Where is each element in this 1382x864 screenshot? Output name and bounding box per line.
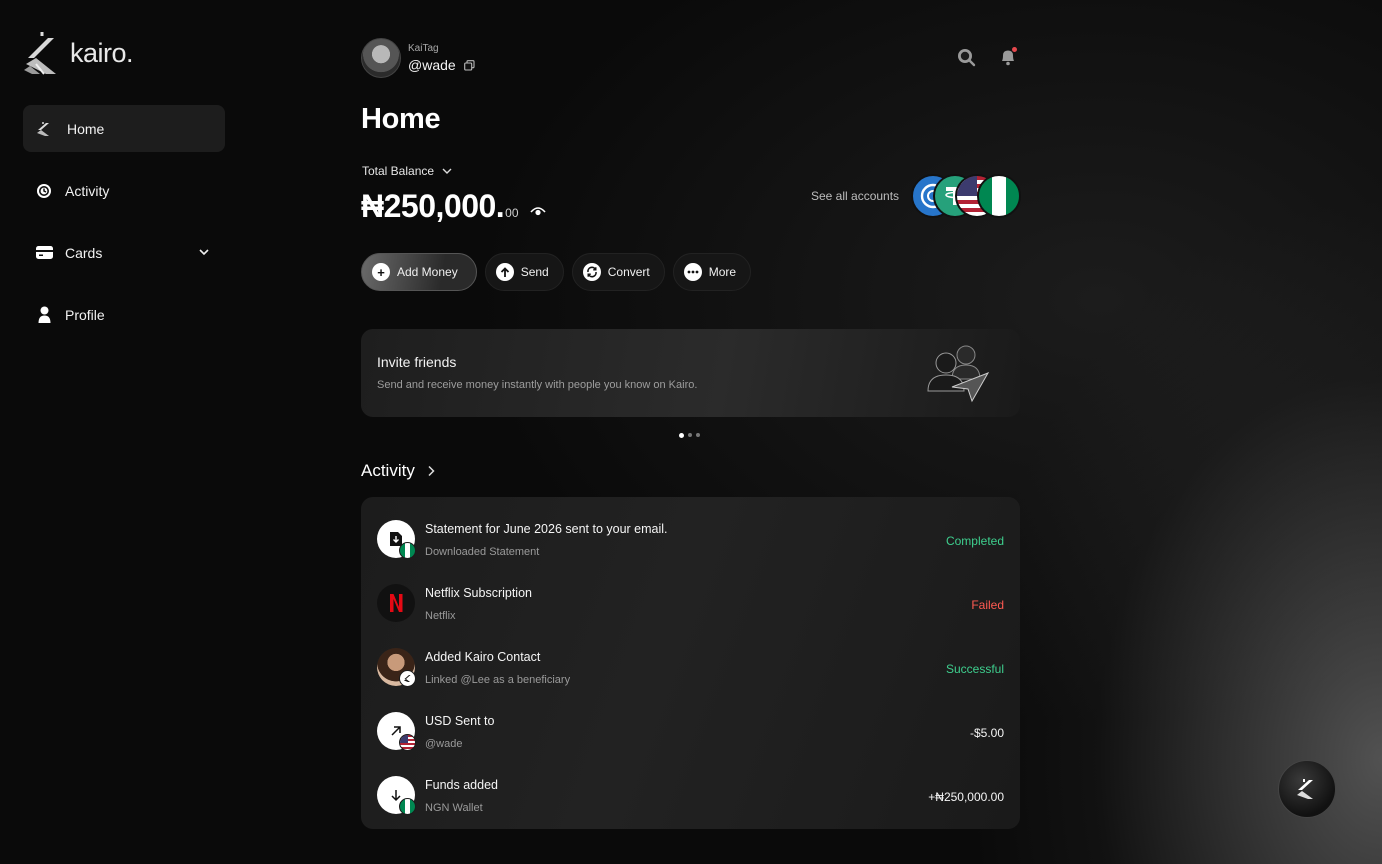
- kairo-logo-icon: [1297, 779, 1313, 799]
- kairo-logo-icon: [24, 32, 56, 75]
- carousel-dot[interactable]: [696, 433, 700, 437]
- nigeria-flag-icon: [399, 542, 416, 559]
- balance-decimals: 00: [505, 206, 519, 220]
- add-money-button[interactable]: + Add Money: [361, 253, 477, 291]
- more-label: More: [708, 265, 737, 279]
- kairo-assistant-button[interactable]: [1278, 760, 1336, 818]
- sidebar-item-profile[interactable]: Profile: [23, 291, 225, 338]
- brand-logo[interactable]: kairo.: [22, 30, 134, 76]
- nigeria-flag-icon: [977, 174, 1021, 218]
- activity-title: Activity: [361, 461, 415, 480]
- page-title: Home: [361, 103, 441, 135]
- carousel-dots: [679, 432, 700, 438]
- activity-list: Statement for June 2026 sent to your ema…: [361, 497, 1020, 829]
- copy-icon[interactable]: [463, 59, 475, 71]
- invite-title: Invite friends: [377, 354, 457, 370]
- amount: -$5.00: [969, 726, 1004, 740]
- add-money-label: Add Money: [397, 265, 458, 279]
- people-send-illustration: [927, 345, 990, 403]
- nigeria-flag-icon: [399, 798, 416, 815]
- eye-icon[interactable]: [529, 205, 546, 217]
- status-badge: Completed: [945, 534, 1004, 548]
- search-icon[interactable]: [956, 47, 976, 67]
- chevron-right-icon: [428, 465, 435, 477]
- balance-main: ₦250,000.: [361, 188, 505, 224]
- send-button[interactable]: Send: [484, 253, 564, 291]
- activity-title: Statement for June 2026 sent to your ema…: [425, 522, 668, 536]
- user-icon: [35, 306, 53, 324]
- activity-subtitle: Linked @Lee as a beneficiary: [425, 674, 571, 686]
- list-item[interactable]: USD Sent to @wade -$5.00: [361, 710, 1020, 774]
- carousel-dot[interactable]: [679, 432, 684, 438]
- sidebar-item-label: Cards: [65, 244, 103, 261]
- carousel-dot[interactable]: [688, 433, 692, 437]
- activity-title: Funds added: [425, 778, 498, 792]
- list-item[interactable]: Statement for June 2026 sent to your ema…: [361, 518, 1020, 582]
- sidebar-nav: Home Activity Cards Profile: [23, 105, 225, 353]
- send-label: Send: [520, 265, 549, 279]
- list-item[interactable]: Added Kairo Contact Linked @Lee as a ben…: [361, 646, 1020, 710]
- balance-amount: ₦250,000. 00: [361, 188, 546, 225]
- chevron-down-icon[interactable]: [197, 245, 211, 259]
- usa-flag-icon: [399, 734, 416, 751]
- user-handle: @wade: [408, 57, 456, 73]
- chevron-down-icon: [442, 168, 452, 174]
- activity-subtitle: Downloaded Statement: [425, 546, 540, 558]
- more-button[interactable]: More: [672, 253, 752, 291]
- sidebar-item-activity[interactable]: Activity: [23, 167, 225, 214]
- activity-subtitle: NGN Wallet: [425, 802, 483, 814]
- avatar[interactable]: [361, 38, 401, 78]
- account-flags[interactable]: [911, 174, 1021, 218]
- convert-label: Convert: [607, 265, 650, 279]
- top-icons: [956, 47, 1018, 67]
- arrow-up-icon: [495, 263, 514, 281]
- sidebar-item-cards[interactable]: Cards: [23, 229, 225, 276]
- netflix-icon: [377, 584, 415, 622]
- status-badge: Successful: [945, 662, 1004, 676]
- brand-name: kairo.: [70, 37, 134, 68]
- invite-subtitle: Send and receive money instantly with pe…: [377, 379, 698, 391]
- invite-friends-card[interactable]: Invite friends Send and receive money in…: [361, 329, 1020, 417]
- more-icon: [683, 263, 702, 281]
- activity-subtitle: @wade: [425, 738, 463, 750]
- card-icon: [35, 244, 53, 262]
- activity-header-link[interactable]: Activity: [361, 461, 435, 481]
- convert-icon: [582, 263, 601, 281]
- kairo-logo-icon: [35, 120, 53, 138]
- quick-actions: + Add Money Send Convert More: [361, 253, 752, 291]
- list-item[interactable]: Funds added NGN Wallet +₦250,000.00: [361, 774, 1020, 838]
- amount: +₦250,000.00: [928, 790, 1004, 804]
- activity-subtitle: Netflix: [425, 610, 456, 622]
- sidebar-item-label: Profile: [65, 306, 105, 323]
- convert-button[interactable]: Convert: [571, 253, 665, 291]
- activity-title: Netflix Subscription: [425, 586, 532, 600]
- notification-dot: [1012, 47, 1017, 52]
- see-all-accounts-link[interactable]: See all accounts: [811, 189, 899, 203]
- bell-icon[interactable]: [998, 47, 1018, 67]
- plus-icon: +: [372, 263, 390, 281]
- activity-title: Added Kairo Contact: [425, 650, 541, 664]
- activity-title: USD Sent to: [425, 714, 495, 728]
- status-badge: Failed: [971, 598, 1004, 612]
- sidebar-item-home[interactable]: Home: [23, 105, 225, 152]
- balance-selector[interactable]: Total Balance: [362, 164, 452, 178]
- user-tag-label: KaiTag: [408, 43, 439, 54]
- balance-label: Total Balance: [362, 164, 435, 178]
- list-item[interactable]: Netflix Subscription Netflix Failed: [361, 582, 1020, 646]
- sidebar-item-label: Home: [67, 120, 105, 137]
- user-header: KaiTag @wade: [361, 38, 475, 78]
- sidebar-item-label: Activity: [65, 182, 110, 199]
- kairo-badge-icon: [399, 670, 416, 687]
- activity-icon: [35, 182, 53, 200]
